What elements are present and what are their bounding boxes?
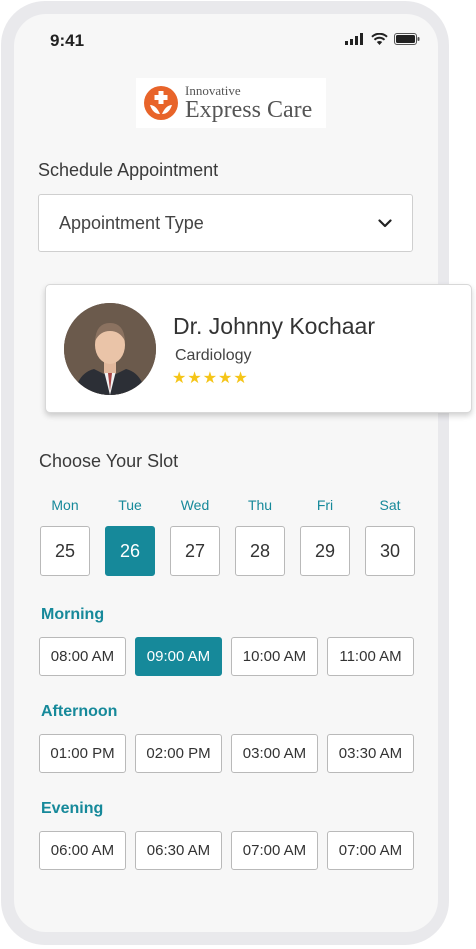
time-slot-button[interactable]: 02:00 PM [135,734,222,773]
period-label-morning: Morning [41,606,105,623]
time-slot-button[interactable]: 10:00 AM [231,637,318,676]
doctor-avatar [64,303,156,395]
day-label: Thu [247,497,273,513]
time-slot-button[interactable]: 07:00 AM [231,831,318,870]
date-26-button[interactable]: 26 [105,526,155,576]
logo-mark-icon [144,86,178,120]
day-label: Tue [118,497,142,513]
wifi-icon [371,33,388,45]
date-30-button[interactable]: 30 [365,526,415,576]
rating-stars-icon: ★★★★★ [172,370,249,387]
doctor-specialty: Cardiology [175,347,252,364]
day-label: Wed [180,497,210,513]
time-slot-button[interactable]: 01:00 PM [39,734,126,773]
doctor-name: Dr. Johnny Kochaar [173,313,376,339]
signal-icon [345,33,363,45]
appointment-type-label: Appointment Type [59,212,204,233]
date-29-button[interactable]: 29 [300,526,350,576]
logo-line-2: Express Care [185,97,313,123]
day-label: Mon [51,497,79,513]
status-icons [345,33,420,45]
time-slot-button[interactable]: 09:00 AM [135,637,222,676]
doctor-photo [64,303,156,395]
time-slot-button[interactable]: 03:30 AM [327,734,414,773]
date-28-button[interactable]: 28 [235,526,285,576]
day-label: Fri [316,497,334,513]
time-slot-button[interactable]: 07:00 AM [327,831,414,870]
period-label-afternoon: Afternoon [41,703,118,720]
time-slot-button[interactable]: 08:00 AM [39,637,126,676]
logo-line-1: Innovative [185,83,241,98]
choose-slot-title: Choose Your Slot [39,451,179,471]
schedule-title: Schedule Appointment [38,160,219,180]
period-label-evening: Evening [41,800,104,817]
status-time: 9:41 [50,31,85,50]
time-slot-button[interactable]: 06:00 AM [39,831,126,870]
date-25-button[interactable]: 25 [40,526,90,576]
time-slot-button[interactable]: 03:00 AM [231,734,318,773]
brand-logo: Innovative Express Care [136,78,326,128]
time-slot-button[interactable]: 06:30 AM [135,831,222,870]
phone-frame: 9:41 Innovative Express Care Schedule Ap… [1,1,472,945]
time-slot-button[interactable]: 11:00 AM [327,637,414,676]
chevron-down-icon [378,218,392,227]
doctor-card[interactable]: Dr. Johnny Kochaar Cardiology ★★★★★ [45,284,472,413]
battery-icon [394,33,420,45]
day-label: Sat [379,497,401,513]
screen: 9:41 Innovative Express Care Schedule Ap… [14,14,472,932]
appointment-type-select[interactable]: Appointment Type [38,194,413,252]
date-27-button[interactable]: 27 [170,526,220,576]
